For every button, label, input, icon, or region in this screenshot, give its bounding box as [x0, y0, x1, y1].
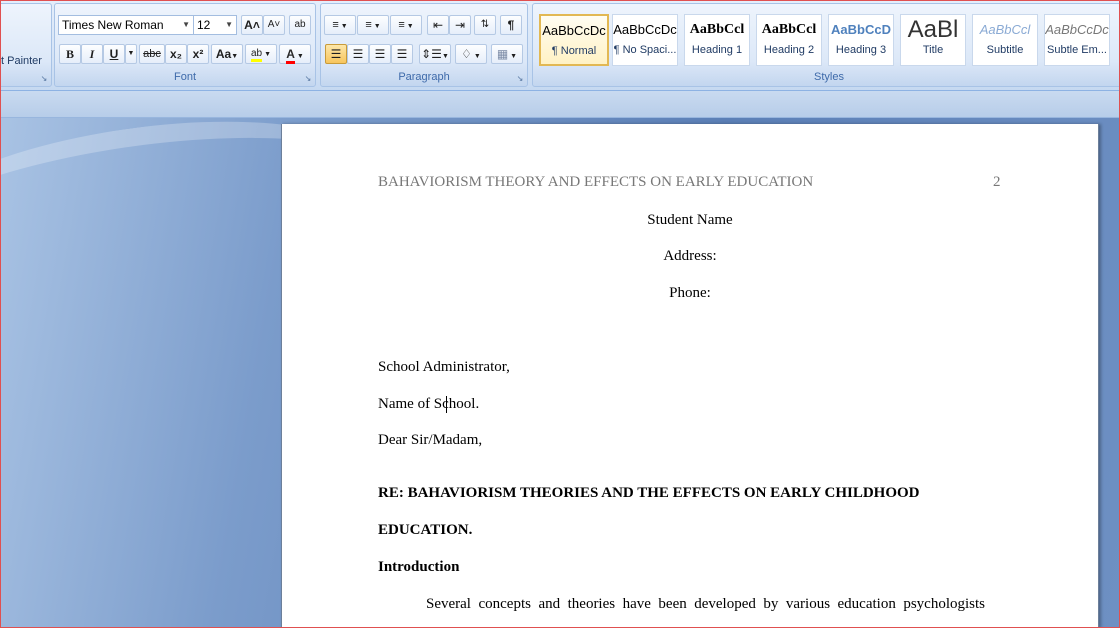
recipient-line: School Administrator, [378, 359, 510, 375]
bullets-button[interactable]: ≡ ▼ [324, 15, 356, 35]
student-name: Student Name [647, 212, 733, 228]
clipboard-dialog-launcher-icon[interactable]: ↘ [40, 75, 48, 83]
school-line: Name of School. [378, 396, 480, 412]
introduction-heading: Introduction [378, 559, 460, 575]
underline-button[interactable]: U [103, 44, 125, 64]
change-case-label: Aa [215, 47, 232, 61]
subject-line-2: EDUCATION. [378, 522, 473, 538]
strikethrough-button[interactable]: abc [139, 44, 165, 64]
underline-dropdown[interactable]: ▼ [125, 44, 137, 64]
decrease-indent-button[interactable]: ⇤ [427, 15, 449, 35]
style-no-spacing[interactable]: AaBbCcDc ¶ No Spaci... [612, 14, 678, 66]
align-right-icon: ☰ [374, 47, 386, 61]
subscript-button[interactable]: x₂ [165, 44, 187, 64]
align-center-icon: ☰ [352, 47, 364, 61]
style-name: ¶ Normal [551, 45, 597, 57]
font-size-value: 12 [197, 18, 211, 32]
increase-indent-icon: ⇥ [454, 18, 466, 32]
document-page[interactable]: BAHAVIORISM THEORY AND EFFECTS ON EARLY … [281, 124, 1099, 628]
line-spacing-icon: ⇕☰ [421, 47, 442, 61]
clear-formatting-icon: ab [294, 19, 306, 30]
font-color-button[interactable]: A ▼ [279, 44, 311, 64]
chevron-down-icon: ▼ [225, 20, 233, 29]
paint-bucket-icon: ♢ [461, 47, 472, 61]
font-group-label: Font [173, 71, 196, 83]
subject-line-1: RE: BAHAVIORISM THEORIES AND THE EFFECTS… [378, 485, 920, 501]
align-left-icon: ☰ [330, 47, 342, 61]
phone-line: Phone: [669, 285, 711, 301]
borders-button[interactable]: ▦ ▼ [491, 44, 523, 64]
increase-indent-button[interactable]: ⇥ [449, 15, 471, 35]
style-sample: AaBbCcDc [542, 23, 606, 38]
style-sample: AaBbCcD [831, 22, 891, 37]
change-case-button[interactable]: Aa▼ [211, 44, 243, 64]
style-name: Subtitle [986, 44, 1024, 56]
highlighter-icon: ab [251, 48, 263, 62]
chevron-down-icon: ▼ [182, 20, 190, 29]
superscript-button[interactable]: x² [187, 44, 209, 64]
borders-icon: ▦ [496, 47, 509, 61]
align-right-button[interactable]: ☰ [369, 44, 391, 64]
font-group: Times New Roman ▼ 12 ▼ A˄ A˅ ab B I U ▼ … [54, 3, 316, 87]
ribbon: t Painter ↘ Times New Roman ▼ 12 ▼ A˄ A˅… [0, 0, 1120, 91]
style-sample: AaBbCcl [979, 22, 1031, 37]
paragraph-group-label: Paragraph [398, 71, 450, 83]
salutation-line: Dear Sir/Madam, [378, 432, 483, 448]
grow-font-button[interactable]: A˄ [241, 15, 263, 35]
italic-button[interactable]: I [81, 44, 103, 64]
bold-button[interactable]: B [59, 44, 81, 64]
font-color-icon: A [286, 47, 295, 64]
ruler-area [0, 91, 1120, 118]
style-normal[interactable]: AaBbCcDc ¶ Normal [539, 14, 609, 66]
clipboard-group: t Painter ↘ [0, 3, 52, 87]
decrease-indent-icon: ⇤ [432, 18, 444, 32]
multilevel-list-button[interactable]: ≡ ▼ [390, 15, 422, 35]
style-name: Heading 1 [691, 44, 743, 56]
page-number: 2 [993, 174, 1001, 190]
style-name: Heading 2 [763, 44, 815, 56]
style-sample: AaBbCcDc [613, 22, 677, 37]
style-sample: AaBbCcDc [1045, 22, 1109, 37]
style-title[interactable]: AaBl Title [900, 14, 966, 66]
font-size-dropdown[interactable]: 12 ▼ [193, 15, 237, 35]
paragraph-dialog-launcher-icon[interactable]: ↘ [516, 75, 524, 83]
style-heading-3[interactable]: AaBbCcD Heading 3 [828, 14, 894, 66]
address-line: Address: [663, 248, 717, 264]
style-heading-2[interactable]: AaBbCcl Heading 2 [756, 14, 822, 66]
font-name-dropdown[interactable]: Times New Roman ▼ [58, 15, 194, 35]
line-spacing-button[interactable]: ⇕☰▼ [419, 44, 451, 64]
sort-button[interactable]: ⇅ [474, 15, 496, 35]
style-name: Heading 3 [835, 44, 887, 56]
numbering-button[interactable]: ≡ ▼ [357, 15, 389, 35]
style-name: ¶ No Spaci... [613, 44, 677, 56]
style-subtle-emphasis[interactable]: AaBbCcDc Subtle Em... [1044, 14, 1110, 66]
shrink-font-button[interactable]: A˅ [263, 15, 285, 35]
clear-formatting-button[interactable]: ab [289, 15, 311, 35]
highlight-button[interactable]: ab ▼ [245, 44, 277, 64]
format-painter-button[interactable]: t Painter [1, 55, 42, 67]
running-header: BAHAVIORISM THEORY AND EFFECTS ON EARLY … [378, 174, 814, 190]
align-left-button[interactable]: ☰ [325, 44, 347, 64]
text-cursor [446, 396, 447, 413]
style-sample: AaBbCcl [689, 22, 745, 37]
paragraph-group: ≡ ▼ ≡ ▼ ≡ ▼ ⇤ ⇥ ⇅ ¶ ☰ ☰ ☰ ☰ ⇕☰▼ ♢ ▼ ▦ ▼ … [320, 3, 528, 87]
style-heading-1[interactable]: AaBbCcl Heading 1 [684, 14, 750, 66]
align-center-button[interactable]: ☰ [347, 44, 369, 64]
font-dialog-launcher-icon[interactable]: ↘ [304, 75, 312, 83]
style-name: Subtle Em... [1047, 44, 1107, 56]
styles-group: AaBbCcDc ¶ Normal AaBbCcDc ¶ No Spaci...… [532, 3, 1120, 87]
font-name-value: Times New Roman [62, 18, 164, 32]
style-name: Title [922, 44, 944, 56]
style-sample: AaBbCcl [761, 22, 817, 37]
justify-icon: ☰ [396, 47, 408, 61]
style-sample: AaBl [907, 16, 959, 43]
shading-button[interactable]: ♢ ▼ [455, 44, 487, 64]
style-subtitle[interactable]: AaBbCcl Subtitle [972, 14, 1038, 66]
body-paragraph: Several concepts and theories have been … [426, 596, 986, 612]
sort-icon: ⇅ [480, 19, 490, 30]
justify-button[interactable]: ☰ [391, 44, 413, 64]
show-formatting-button[interactable]: ¶ [500, 15, 522, 35]
styles-group-label: Styles [814, 71, 844, 83]
